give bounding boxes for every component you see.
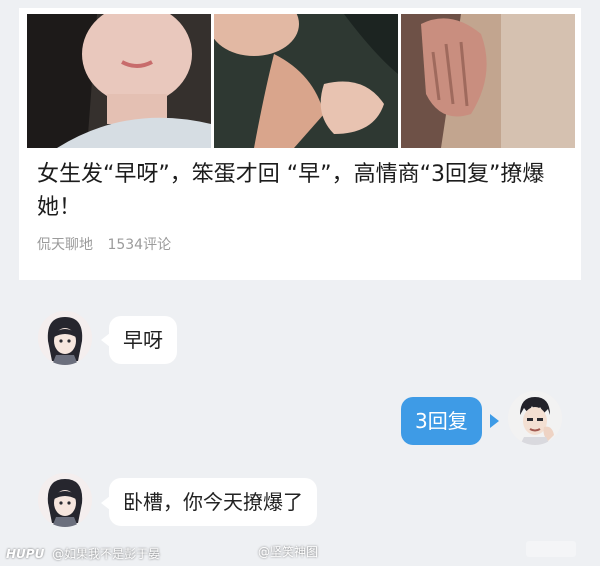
watermark-weibo: @坚笑神图 [258, 545, 319, 559]
watermark-hupu: HUPU @如果我不是彭于晏 [6, 545, 160, 562]
hupu-logo: HUPU [6, 547, 45, 561]
article-headline[interactable]: 女生发“早呀”，笨蛋才回 “早”，高情商“3回复”撩爆她！ [37, 158, 567, 224]
sender-avatar[interactable] [38, 473, 92, 527]
thumbnail-3 [401, 14, 575, 148]
news-card[interactable]: 女生发“早呀”，笨蛋才回 “早”，高情商“3回复”撩爆她！ 侃天聊地 1534评… [19, 8, 581, 280]
message-bubble-3[interactable]: 卧槽，你今天撩爆了 [109, 478, 317, 526]
message-bubble-2[interactable]: 3回复 [401, 397, 482, 445]
bubble-tail [490, 414, 499, 428]
self-avatar[interactable] [508, 391, 562, 445]
article-meta: 侃天聊地 1534评论 [37, 234, 181, 254]
article-source[interactable]: 侃天聊地 [37, 237, 93, 253]
comment-count[interactable]: 1534评论 [107, 237, 171, 253]
thumbnail-1 [27, 14, 211, 148]
watermark-handle: @如果我不是彭于晏 [52, 547, 161, 561]
message-bubble-1[interactable]: 早呀 [109, 316, 177, 364]
thumbnail-2 [214, 14, 398, 148]
thumbnail-strip [27, 14, 575, 148]
sender-avatar[interactable] [38, 311, 92, 365]
watermark-badge [526, 541, 576, 557]
